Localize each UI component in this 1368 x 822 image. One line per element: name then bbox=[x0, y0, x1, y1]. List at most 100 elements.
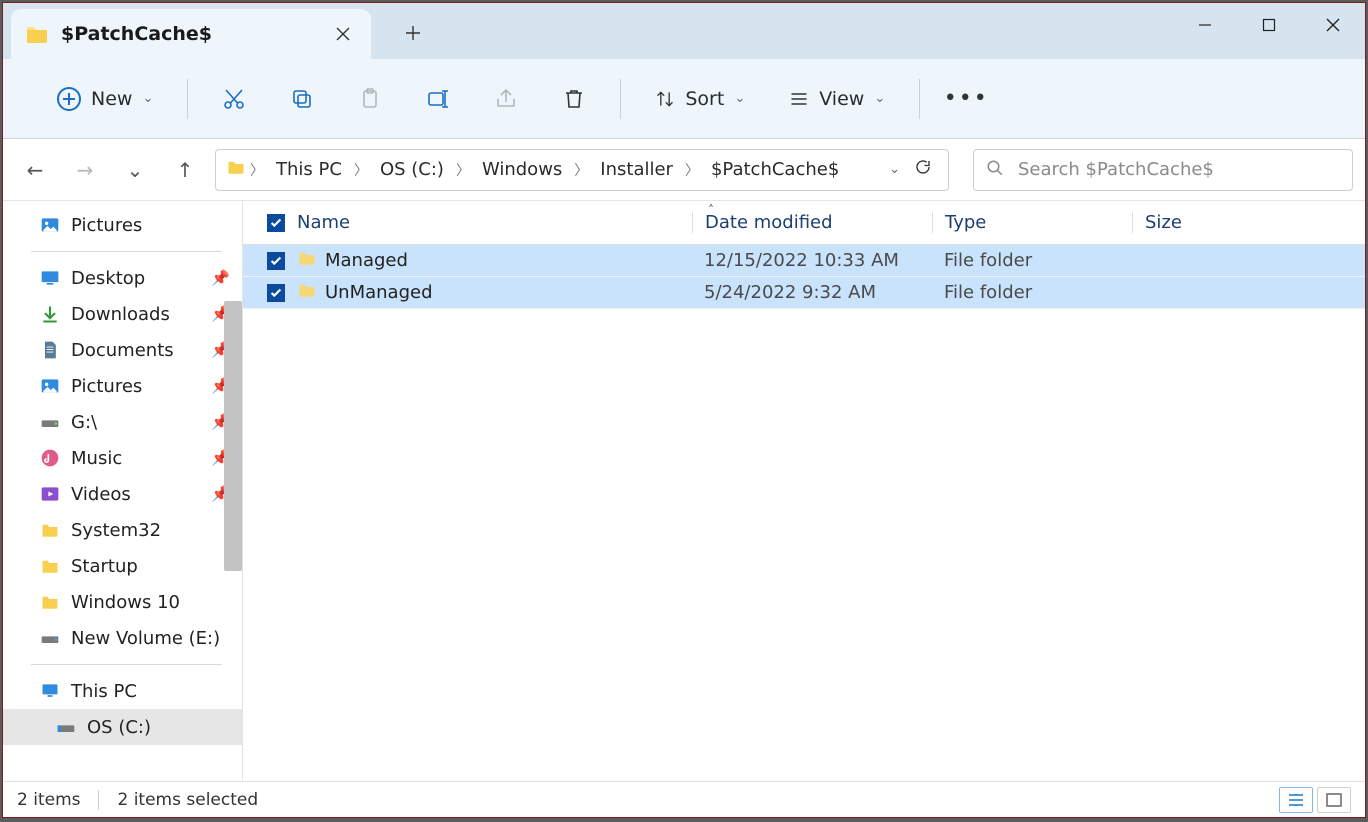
breadcrumb-item[interactable]: $PatchCache$ bbox=[703, 150, 847, 190]
sidebar-divider bbox=[31, 664, 222, 665]
column-header-name[interactable]: Name bbox=[297, 212, 692, 233]
address-bar[interactable]: 〉 This PC 〉 OS (C:) 〉 Windows 〉 Installe… bbox=[215, 149, 949, 191]
folder-icon bbox=[39, 591, 61, 613]
folder-icon bbox=[39, 555, 61, 577]
sidebar-item-os-c[interactable]: OS (C:) bbox=[3, 709, 242, 745]
chevron-down-icon: ⌄ bbox=[142, 91, 153, 106]
sort-button[interactable]: Sort ⌄ bbox=[645, 75, 755, 123]
window-controls bbox=[1173, 3, 1365, 47]
video-icon bbox=[39, 483, 61, 505]
sort-label: Sort bbox=[685, 88, 724, 110]
sidebar-item-label: System32 bbox=[71, 520, 161, 541]
chevron-right-icon[interactable]: 〉 bbox=[572, 160, 590, 180]
status-selected-count: 2 items selected bbox=[117, 790, 258, 810]
copy-button[interactable] bbox=[280, 77, 324, 121]
sidebar-item-g-drive[interactable]: G:\📌 bbox=[3, 404, 242, 440]
sidebar-item-label: Music bbox=[71, 448, 122, 469]
sidebar-item-label: Desktop bbox=[71, 268, 145, 289]
column-header-date[interactable]: Date modified bbox=[692, 212, 932, 233]
forward-button[interactable]: → bbox=[65, 150, 105, 190]
cut-button[interactable] bbox=[212, 77, 256, 121]
share-button[interactable] bbox=[484, 77, 528, 121]
sidebar-item-label: Documents bbox=[71, 340, 174, 361]
sidebar-item-label: New Volume (E:) bbox=[71, 628, 220, 649]
delete-button[interactable] bbox=[552, 77, 596, 121]
new-button[interactable]: New ⌄ bbox=[47, 75, 163, 123]
picture-icon bbox=[39, 375, 61, 397]
sidebar-item-startup[interactable]: Startup bbox=[3, 548, 242, 584]
refresh-button[interactable] bbox=[914, 158, 932, 181]
sidebar-item-system32[interactable]: System32 bbox=[3, 512, 242, 548]
back-button[interactable]: ← bbox=[15, 150, 55, 190]
large-icons-view-toggle[interactable] bbox=[1317, 787, 1351, 813]
view-icon bbox=[789, 89, 809, 109]
select-all-checkbox[interactable] bbox=[267, 214, 285, 232]
more-button[interactable]: ••• bbox=[944, 77, 988, 121]
drive-icon bbox=[55, 716, 77, 738]
chevron-right-icon[interactable]: 〉 bbox=[683, 160, 701, 180]
tab-close-button[interactable] bbox=[327, 18, 359, 50]
sidebar-item-downloads[interactable]: Downloads📌 bbox=[3, 296, 242, 332]
address-dropdown-button[interactable]: ⌄ bbox=[889, 162, 900, 177]
search-input[interactable] bbox=[1018, 159, 1340, 180]
file-name: UnManaged bbox=[325, 282, 433, 303]
details-view-toggle[interactable] bbox=[1279, 787, 1313, 813]
sidebar-item-music[interactable]: Music📌 bbox=[3, 440, 242, 476]
breadcrumb-item[interactable]: Installer bbox=[592, 150, 681, 190]
new-tab-button[interactable] bbox=[393, 13, 433, 53]
toolbar: New ⌄ Sort ⌄ View ⌄ bbox=[3, 59, 1365, 139]
row-checkbox[interactable] bbox=[267, 252, 285, 270]
sidebar-scrollbar[interactable] bbox=[224, 301, 242, 571]
status-separator bbox=[98, 790, 99, 810]
body: Pictures Desktop📌 Downloads📌 Documents📌 … bbox=[3, 201, 1365, 781]
chevron-right-icon[interactable]: 〉 bbox=[454, 160, 472, 180]
view-button[interactable]: View ⌄ bbox=[779, 75, 895, 123]
sidebar-item-desktop[interactable]: Desktop📌 bbox=[3, 260, 242, 296]
file-row[interactable]: Managed 12/15/2022 10:33 AM File folder bbox=[243, 245, 1365, 277]
column-header-size[interactable]: Size bbox=[1132, 212, 1365, 233]
minimize-button[interactable] bbox=[1173, 3, 1237, 47]
close-button[interactable] bbox=[1301, 3, 1365, 47]
sidebar-item-label: Pictures bbox=[71, 215, 142, 236]
up-button[interactable]: ↑ bbox=[165, 150, 205, 190]
file-type: File folder bbox=[932, 250, 1132, 271]
sidebar-item-label: OS (C:) bbox=[87, 717, 151, 738]
file-list-area: ˄ Name Date modified Type Size Managed 1… bbox=[243, 201, 1365, 781]
file-row[interactable]: UnManaged 5/24/2022 9:32 AM File folder bbox=[243, 277, 1365, 309]
sidebar-item-new-volume-e[interactable]: New Volume (E:) bbox=[3, 620, 242, 656]
sidebar-item-pictures[interactable]: Pictures📌 bbox=[3, 368, 242, 404]
sidebar-item-label: Windows 10 bbox=[71, 592, 180, 613]
document-icon bbox=[39, 339, 61, 361]
window-tab[interactable]: $PatchCache$ bbox=[11, 9, 371, 59]
column-header-row: ˄ Name Date modified Type Size bbox=[243, 201, 1365, 245]
folder-icon bbox=[226, 158, 246, 181]
recent-locations-button[interactable]: ⌄ bbox=[115, 150, 155, 190]
sidebar-item-label: Downloads bbox=[71, 304, 170, 325]
breadcrumb-item[interactable]: OS (C:) bbox=[372, 150, 452, 190]
sidebar-item-label: Videos bbox=[71, 484, 131, 505]
search-box[interactable] bbox=[973, 149, 1353, 191]
breadcrumb-item[interactable]: This PC bbox=[268, 150, 350, 190]
sidebar-item-this-pc[interactable]: This PC bbox=[3, 673, 242, 709]
sidebar-item-pictures-top[interactable]: Pictures bbox=[3, 207, 242, 243]
desktop-icon bbox=[39, 267, 61, 289]
status-item-count: 2 items bbox=[17, 790, 80, 810]
pc-icon bbox=[39, 680, 61, 702]
chevron-right-icon[interactable]: 〉 bbox=[352, 160, 370, 180]
sidebar-item-documents[interactable]: Documents📌 bbox=[3, 332, 242, 368]
row-checkbox[interactable] bbox=[267, 284, 285, 302]
sidebar-item-videos[interactable]: Videos📌 bbox=[3, 476, 242, 512]
status-bar: 2 items 2 items selected bbox=[3, 781, 1365, 817]
rename-button[interactable] bbox=[416, 77, 460, 121]
chevron-right-icon[interactable]: 〉 bbox=[248, 160, 266, 180]
sidebar-item-label: G:\ bbox=[71, 412, 97, 433]
column-header-type[interactable]: Type bbox=[932, 212, 1132, 233]
sidebar-item-windows10[interactable]: Windows 10 bbox=[3, 584, 242, 620]
view-label: View bbox=[819, 88, 864, 110]
paste-button[interactable] bbox=[348, 77, 392, 121]
file-date: 12/15/2022 10:33 AM bbox=[692, 250, 932, 271]
maximize-button[interactable] bbox=[1237, 3, 1301, 47]
search-icon bbox=[986, 159, 1004, 181]
chevron-down-icon: ⌄ bbox=[734, 91, 745, 106]
breadcrumb-item[interactable]: Windows bbox=[474, 150, 570, 190]
